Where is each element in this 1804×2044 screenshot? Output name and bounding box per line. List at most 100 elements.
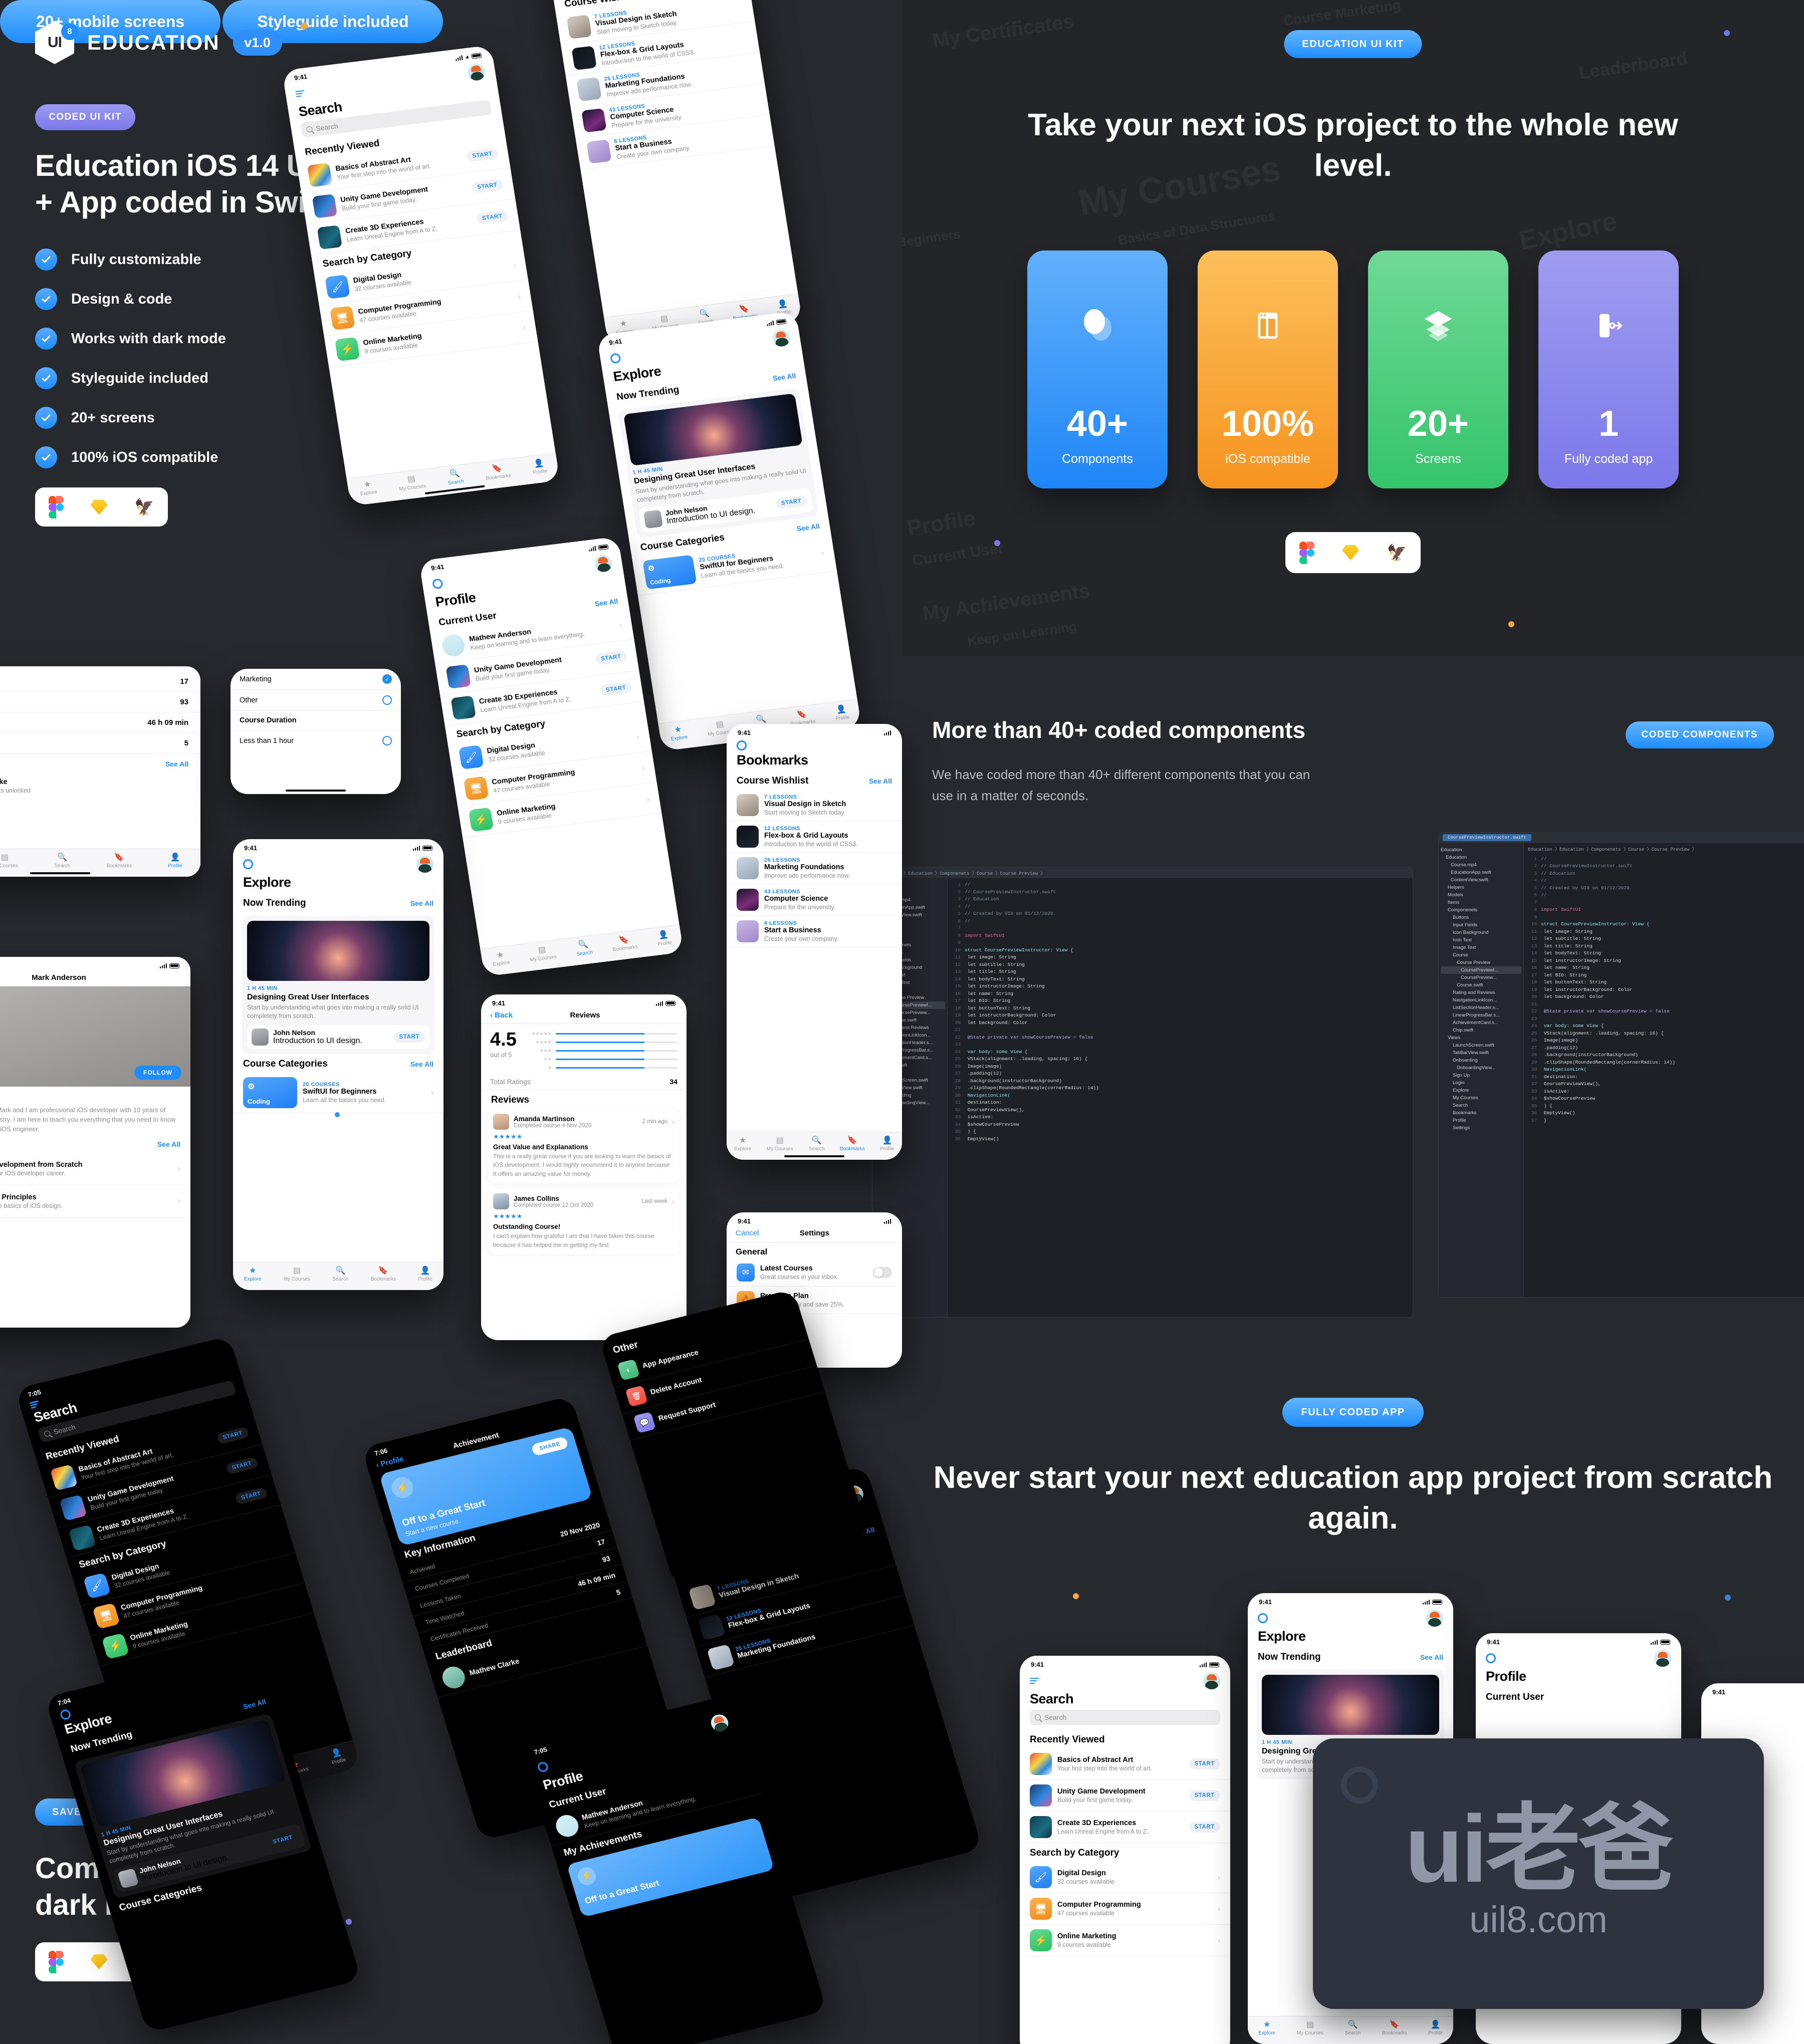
instructor-row[interactable]: John Nelson Introduction to UI design. ST… (247, 1025, 429, 1049)
gear-icon[interactable] (243, 859, 253, 869)
tree-node[interactable]: NavigationLinkIcon... (1441, 996, 1521, 1004)
tree-node[interactable]: Models (1441, 891, 1521, 899)
see-all-link[interactable]: See All (242, 1697, 267, 1710)
review-card[interactable]: Amanda Martinson Completed course 4 Nov 2… (488, 1109, 680, 1184)
tree-node[interactable]: Views (1441, 1034, 1521, 1042)
checkbox-checked[interactable]: ✓ (382, 674, 392, 684)
tree-node[interactable]: AchievementCard.s... (1441, 1019, 1521, 1027)
tree-node[interactable]: Search (1441, 1102, 1521, 1109)
start-button[interactable]: START (215, 1426, 250, 1444)
tab-bookmarks[interactable]: 🔖Bookmarks (371, 1266, 396, 1282)
start-button[interactable]: START (476, 210, 509, 225)
tree-node[interactable]: Onboarding (1441, 1057, 1521, 1064)
list-item[interactable]: ⚡ Online Marketing 9 courses available › (1020, 1925, 1230, 1956)
see-all-link[interactable]: See All (165, 760, 188, 768)
tree-node[interactable]: ListSectionHeader.s... (1441, 1004, 1521, 1011)
list-item[interactable]: Unity Game Development Build your first g… (1020, 1780, 1230, 1812)
start-button[interactable]: START (1189, 1790, 1220, 1801)
gear-icon[interactable] (737, 740, 747, 750)
code-editor[interactable]: 1// 2// CoursePreviewInstructor.swift 3/… (948, 878, 1413, 1317)
tab-my-courses[interactable]: ▤My Courses (528, 944, 557, 963)
tab-my-courses[interactable]: ▤My Courses (767, 1136, 793, 1152)
list-item[interactable]: iOS Development from ScratchBuild your i… (0, 1153, 190, 1185)
tree-node[interactable]: Explore (1441, 1087, 1521, 1094)
list-item[interactable]: Mathew Clarke15 achievements unlocked (0, 773, 200, 800)
tab-explore[interactable]: ★Explore (1258, 2020, 1275, 2036)
list-item[interactable]: ⚙ Coding 20 COURSES SwiftUI for Beginners… (233, 1073, 443, 1113)
start-button[interactable]: START (471, 178, 504, 194)
tree-node[interactable]: Bookmarks (1441, 1109, 1521, 1117)
tree-node[interactable]: Icon Background (1441, 929, 1521, 936)
filter-option[interactable]: Marketing ✓ (231, 669, 401, 690)
avatar[interactable] (1426, 1610, 1443, 1627)
avatar[interactable] (1203, 1672, 1220, 1689)
gear-icon[interactable] (609, 353, 621, 364)
tree-node[interactable]: Course.mp4 (1441, 861, 1521, 869)
back-button[interactable]: ‹ Back (490, 1011, 513, 1019)
follow-button[interactable]: FOLLOW (134, 1066, 181, 1080)
list-item[interactable]: 12 LESSONS Flex-box & Grid Layouts Introdu… (727, 821, 902, 853)
list-item[interactable]: 7 LESSONS Visual Design in Sketch Start mo… (727, 790, 902, 821)
tab-search[interactable]: 🔍Search (1345, 2020, 1361, 2036)
tab-explore[interactable]: ★Explore (358, 479, 377, 497)
list-item[interactable]: 43 LESSONS Computer Science Prepare for th… (727, 884, 902, 916)
tree-node[interactable]: EducationApp.swift (1441, 869, 1521, 876)
tab-search[interactable]: 🔍Search (446, 469, 464, 486)
start-button[interactable]: START (225, 1456, 259, 1475)
tab-search[interactable]: 🔍Search (575, 940, 593, 957)
cancel-button[interactable]: Cancel (736, 1229, 759, 1237)
tree-node[interactable]: Helpers (1441, 884, 1521, 891)
featured-course-card[interactable]: 1 H 45 MIN Designing Great User Interfac… (617, 388, 819, 539)
tree-node[interactable]: OnboardingView... (1441, 1064, 1521, 1072)
code-editor[interactable]: Education 〉Education 〉Componenets 〉Cours… (1524, 843, 1804, 1297)
tree-node[interactable]: Course Preview (1441, 959, 1521, 966)
list-item[interactable]: 6 LESSONS Start a Business Create your own… (727, 916, 902, 947)
toggle-switch[interactable] (873, 1267, 892, 1278)
list-item[interactable]: 26 LESSONS Marketing Foundations Improve a… (727, 853, 902, 884)
tree-node[interactable]: Componenets (1441, 906, 1521, 914)
tree-node[interactable]: Course.swift (1441, 981, 1521, 989)
tab-profile[interactable]: 👤 Profile (168, 853, 182, 869)
tab-bookmarks[interactable]: 🔖Bookmarks (840, 1136, 865, 1152)
tab-profile[interactable]: 👤 Profile (880, 1136, 894, 1152)
see-all-link[interactable]: See All (869, 777, 892, 785)
code-tab[interactable]: CoursePreviewInstructor.swift (1443, 834, 1531, 841)
tree-node[interactable]: ContentView.swift (1441, 876, 1521, 884)
start-button[interactable]: START (466, 147, 499, 163)
search-input[interactable]: Search (1030, 1710, 1220, 1725)
list-item[interactable]: ✉ Latest Courses Great courses in your in… (727, 1259, 902, 1287)
tree-node[interactable]: Icon Text (1441, 936, 1521, 944)
checkbox-unchecked[interactable] (382, 736, 392, 745)
see-all-link[interactable]: See All (157, 1140, 180, 1148)
start-button[interactable]: START (599, 681, 633, 696)
see-all-link[interactable]: See All (594, 597, 618, 608)
tab-my-courses[interactable]: ▤My Courses (0, 853, 18, 869)
review-card[interactable]: James Collins Completed course 12 Oct 202… (488, 1188, 680, 1254)
filter-icon[interactable] (295, 90, 305, 98)
tab-bookmarks[interactable]: 🔖Bookmarks (1382, 2020, 1407, 2036)
tree-node[interactable]: LaunchScreen.swift (1441, 1042, 1521, 1049)
tree-node-selected[interactable]: CoursePreviewI... (1441, 966, 1521, 974)
list-item[interactable]: 🖌 Digital Design 32 courses available › (1020, 1862, 1230, 1893)
tree-node[interactable]: My Courses (1441, 1094, 1521, 1102)
start-button[interactable]: START (594, 650, 628, 665)
checkbox-unchecked[interactable] (382, 695, 392, 705)
avatar[interactable] (416, 856, 433, 873)
tree-node[interactable]: Course (1441, 951, 1521, 959)
start-button[interactable]: START (266, 1831, 300, 1849)
gear-icon[interactable] (536, 1761, 550, 1773)
list-item[interactable]: 🖥 Computer Programming 47 courses availab… (1020, 1893, 1230, 1925)
featured-course-card[interactable]: 1 H 45 MIN Designing Great User Interfac… (242, 916, 434, 1054)
tab-bookmarks[interactable]: 🔖Bookmarks (484, 463, 511, 481)
tree-node[interactable]: CoursePreview... (1441, 974, 1521, 981)
tab-my-courses[interactable]: ▤My Courses (397, 473, 426, 492)
avatar[interactable] (771, 328, 791, 348)
tab-my-courses[interactable]: ▤My Courses (1297, 2020, 1323, 2036)
tab-search[interactable]: 🔍Search (333, 1266, 349, 1282)
avatar[interactable] (593, 554, 613, 573)
see-all-link[interactable]: See All (772, 372, 796, 382)
start-button[interactable]: START (1189, 1822, 1220, 1833)
see-all-link[interactable]: See All (1420, 1653, 1443, 1661)
tree-node[interactable]: Buttons (1441, 914, 1521, 921)
tab-explore[interactable]: ★Explore (734, 1136, 751, 1152)
